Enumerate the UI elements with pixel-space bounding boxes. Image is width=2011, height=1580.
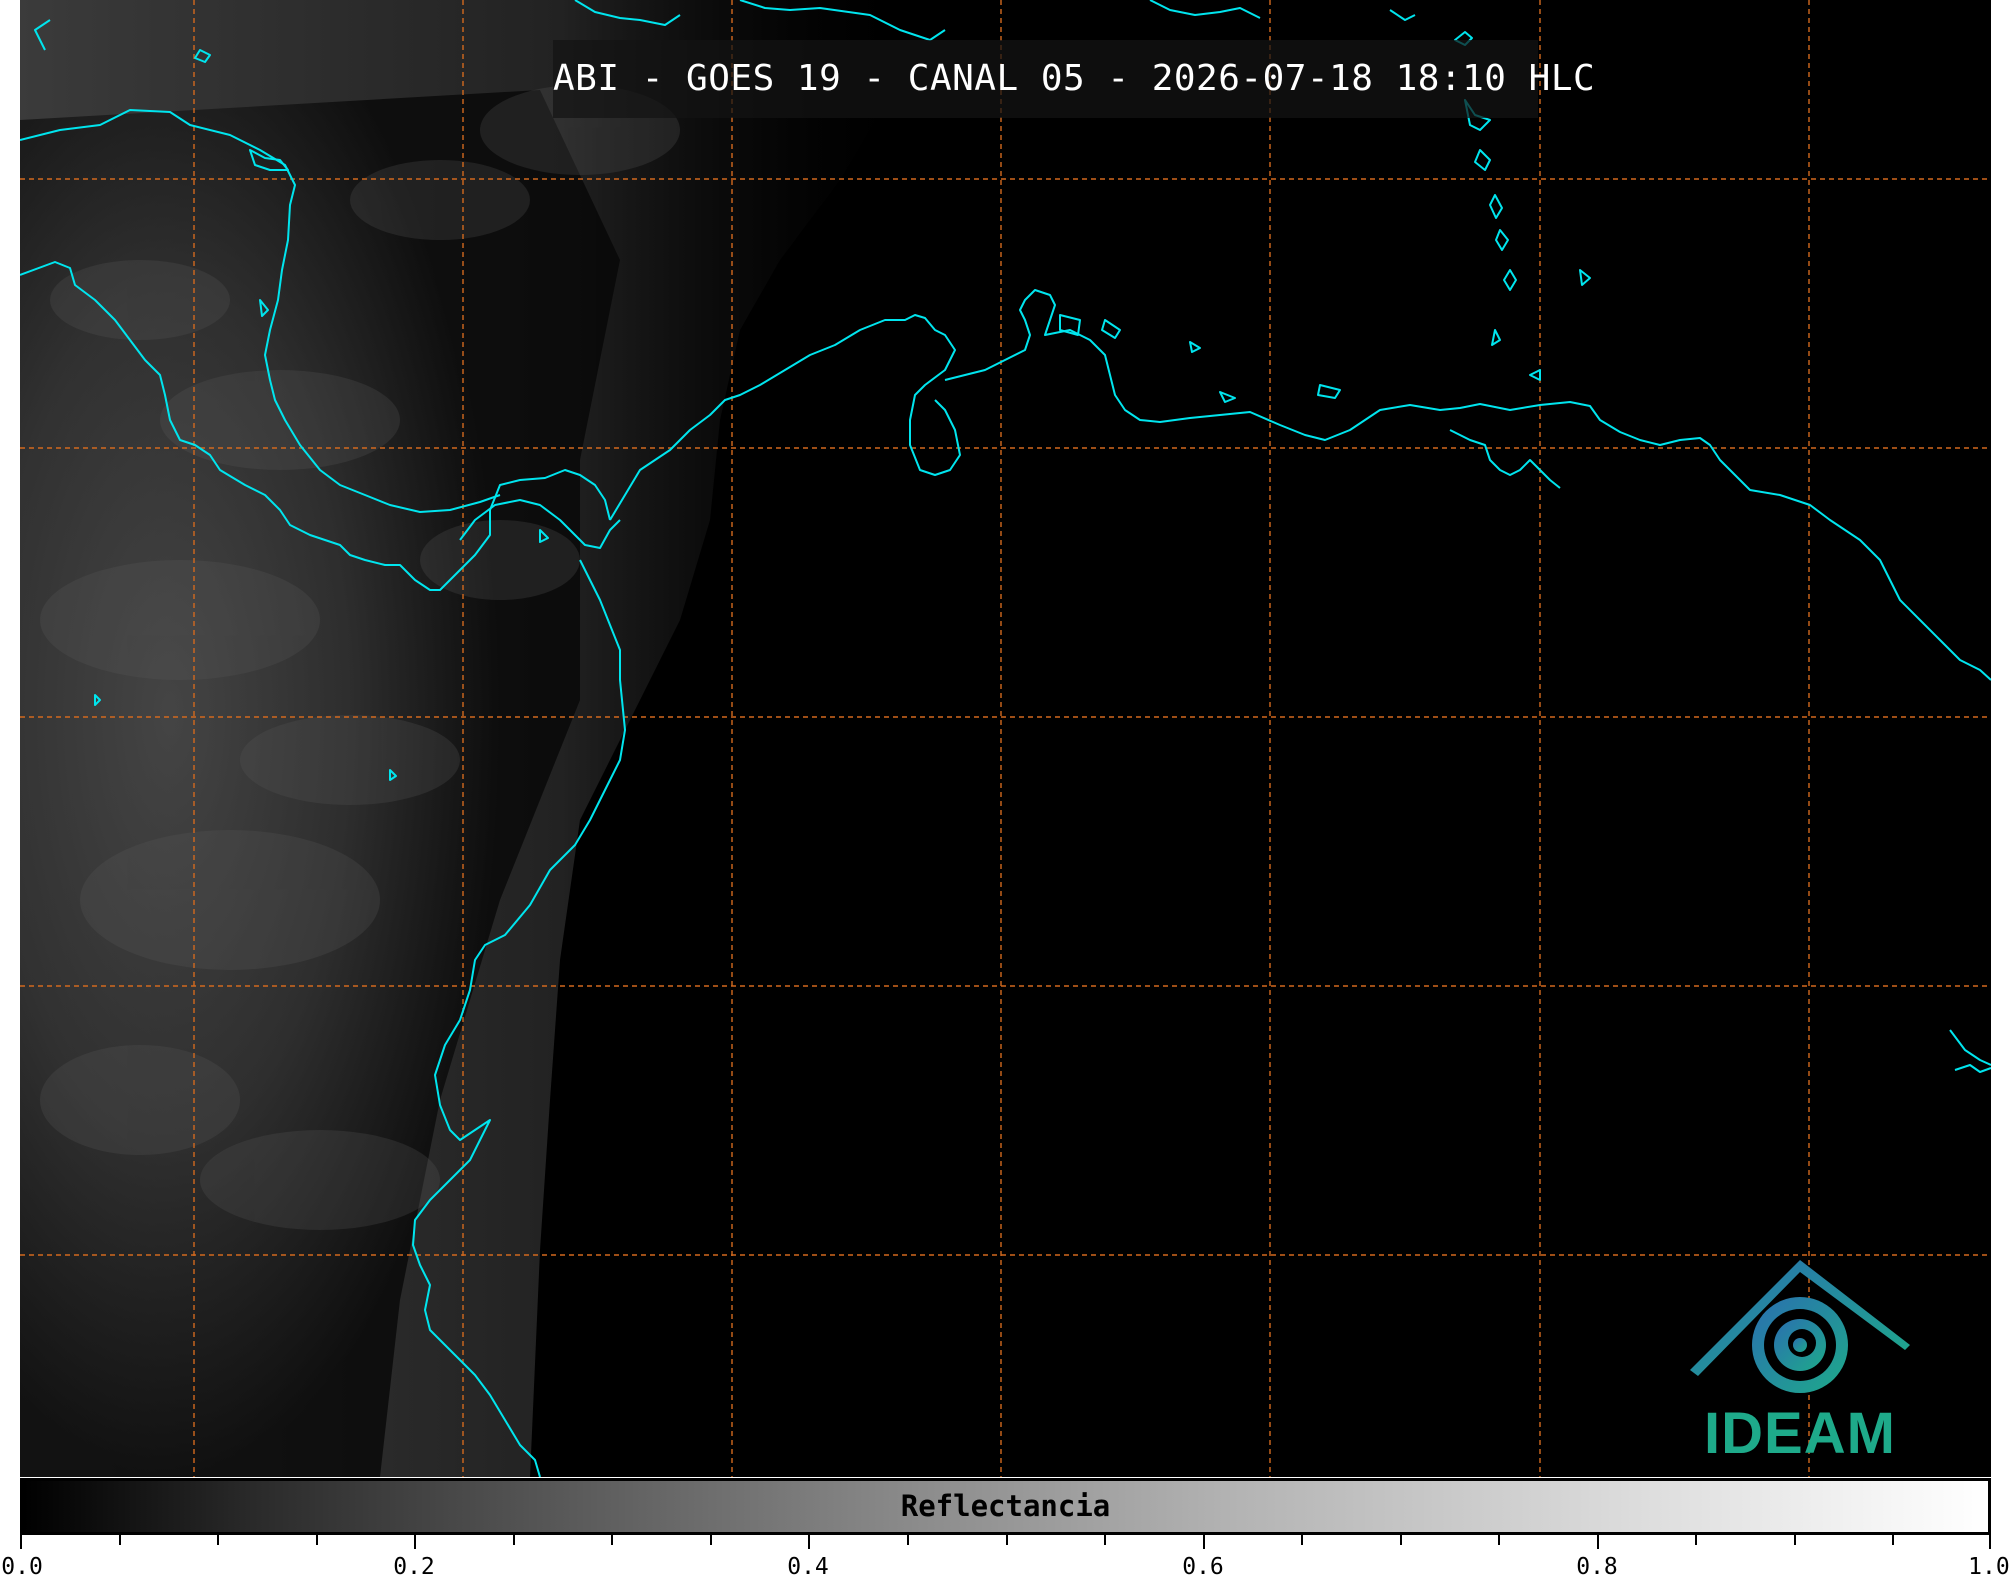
island-15 xyxy=(1219,391,1236,403)
colorbar-ticks: 0.0 0.2 0.4 0.6 0.8 1.0 xyxy=(1,1535,2010,1580)
colorbar-minor-tick xyxy=(1400,1535,1402,1545)
colorbar-minor-tick xyxy=(1104,1535,1106,1545)
colorbar-tick-label: 1.0 xyxy=(1968,1554,2010,1580)
island-7 xyxy=(1474,149,1491,171)
island-18 xyxy=(1189,341,1201,353)
colorbar-major-tick xyxy=(1989,1535,1991,1549)
colorbar: Reflectancia xyxy=(20,1478,1991,1535)
colorbar-major-tick xyxy=(1203,1535,1205,1549)
colorbar-tick-label: 0.8 xyxy=(1576,1554,1618,1580)
colorbar-tick-label: 0.6 xyxy=(1182,1554,1224,1580)
island-12 xyxy=(1529,369,1541,381)
colorbar-major-tick xyxy=(808,1535,810,1549)
satellite-map: ABI - GOES 19 - CANAL 05 - 2026-07-18 18… xyxy=(20,0,1991,1477)
colorbar-minor-tick xyxy=(611,1535,613,1545)
logo-text: IDEAM xyxy=(1704,1401,1896,1466)
colorbar-label: Reflectancia xyxy=(900,1489,1111,1523)
colorbar-tick-label: 0.2 xyxy=(393,1554,435,1580)
colorbar-major-tick xyxy=(20,1535,22,1549)
island-14 xyxy=(1317,384,1341,399)
island-4 xyxy=(1389,9,1416,21)
colorbar-major-tick xyxy=(1597,1535,1599,1549)
colorbar-minor-tick xyxy=(1301,1535,1303,1545)
ideam-emblem-icon xyxy=(1690,1260,1910,1393)
island-19 xyxy=(1949,1029,1991,1073)
colorbar-minor-tick xyxy=(316,1535,318,1545)
colorbar-minor-tick xyxy=(1498,1535,1500,1545)
colorbar-tick-label: 0.0 xyxy=(1,1554,43,1580)
map-title: ABI - GOES 19 - CANAL 05 - 2026-07-18 18… xyxy=(553,40,1595,118)
island-8 xyxy=(1489,194,1503,219)
colorbar-tick-label: 0.4 xyxy=(787,1554,829,1580)
colorbar-minor-tick xyxy=(1794,1535,1796,1545)
island-9 xyxy=(1495,229,1509,251)
colorbar-minor-tick xyxy=(1892,1535,1894,1545)
island-17 xyxy=(1101,319,1121,339)
colorbar-minor-tick xyxy=(513,1535,515,1545)
coastline-guyana xyxy=(1449,429,1561,489)
ideam-logo: IDEAM xyxy=(1670,1250,1930,1477)
colorbar-minor-tick xyxy=(217,1535,219,1545)
island-10 xyxy=(1503,269,1517,291)
island-13 xyxy=(1579,269,1591,286)
colorbar-minor-tick xyxy=(1006,1535,1008,1545)
colorbar-major-tick xyxy=(414,1535,416,1549)
colorbar-minor-tick xyxy=(710,1535,712,1545)
island-11 xyxy=(1491,329,1501,346)
coastline-caribbean xyxy=(609,289,1991,681)
island-3 xyxy=(1149,0,1261,19)
colorbar-minor-tick xyxy=(119,1535,121,1545)
colorbar-minor-tick xyxy=(907,1535,909,1545)
colorbar-minor-tick xyxy=(1695,1535,1697,1545)
